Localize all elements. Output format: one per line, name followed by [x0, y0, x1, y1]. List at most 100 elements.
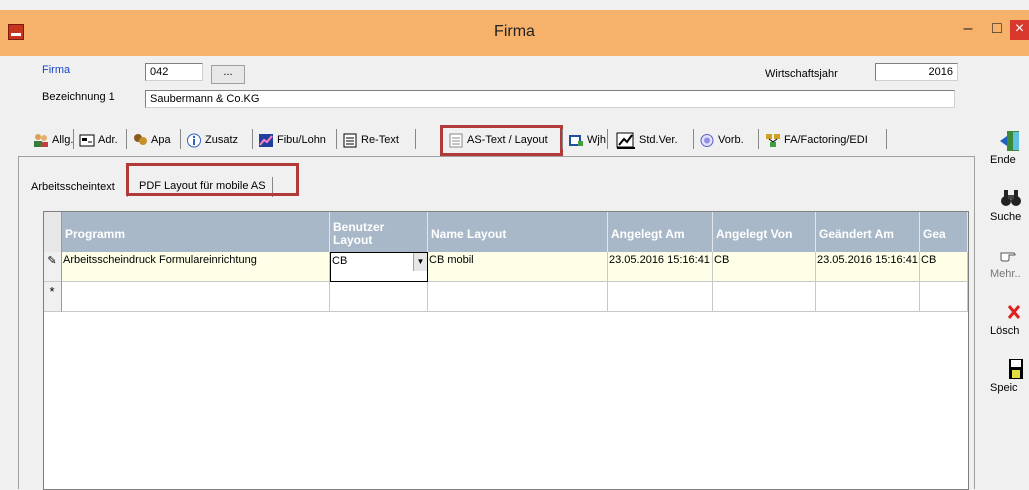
tab-adr[interactable]: Adr. [79, 129, 118, 151]
exit-door-icon [1000, 131, 1019, 151]
cell-geaendert-am[interactable] [816, 282, 920, 312]
cell-benutzer-layout[interactable] [330, 282, 428, 312]
people-icon [34, 133, 48, 147]
chart-check-icon [616, 132, 635, 149]
edit-pencil-icon: ✎ [44, 252, 62, 282]
tab-zusatz[interactable]: Zusatz [186, 129, 238, 151]
cell-geaendert-von[interactable]: CB [920, 252, 968, 282]
mehr-button[interactable]: Mehr.. [990, 244, 1029, 280]
cell-angelegt-am[interactable]: 23.05.2016 15:16:41 [608, 252, 713, 282]
maximize-button[interactable]: □ [984, 20, 1010, 40]
tab-label: Allg. [52, 134, 74, 146]
tab-label: Zusatz [205, 134, 239, 146]
minimize-button[interactable]: – [955, 20, 981, 40]
loesch-button[interactable]: Lösch [990, 301, 1029, 337]
suche-label: Suche [990, 211, 1022, 223]
tab-label: Adr. [98, 134, 118, 146]
tab-divider [252, 129, 253, 149]
highlight-box [126, 163, 299, 196]
layout-grid: Programm Benutzer Layout Name Layout Ang… [43, 211, 969, 490]
firma-browse-button[interactable]: ... [211, 65, 245, 84]
tab-divider [562, 129, 563, 149]
tab-divider [758, 129, 759, 149]
tab-label: Vorb. [718, 134, 744, 146]
tab-label: Wjh [587, 134, 606, 146]
suche-button[interactable]: Suche [990, 187, 1029, 223]
tab-divider [336, 129, 337, 149]
as-text-layout-panel: Arbeitsscheintext PDF Layout für mobile … [18, 156, 975, 490]
tab-label: Std.Ver. [639, 134, 678, 146]
title-bar: Firma – □ × [0, 10, 1029, 56]
speichern-label: Speic [990, 382, 1018, 394]
seal-icon [700, 133, 714, 147]
tab-divider [886, 129, 887, 149]
tab-apa[interactable]: Apa [132, 129, 171, 151]
column-header-geaendert-von[interactable]: Gea [920, 212, 968, 252]
column-header-geaendert-am[interactable]: Geändert Am [816, 212, 920, 252]
cell-angelegt-von[interactable] [713, 282, 816, 312]
wirtschaftsjahr-label: Wirtschaftsjahr [765, 68, 838, 80]
tab-divider [693, 129, 694, 149]
tab-wjh[interactable]: Wjh [568, 129, 606, 151]
firma-field[interactable]: 042 [145, 63, 203, 81]
tab-fibu-lohn[interactable]: Fibu/Lohn [258, 129, 326, 151]
cell-name-layout[interactable] [428, 282, 608, 312]
binoculars-icon [1001, 190, 1021, 206]
address-card-icon [79, 134, 95, 146]
mehr-label: Mehr.. [990, 268, 1021, 280]
column-header-angelegt-am[interactable]: Angelegt Am [608, 212, 713, 252]
cell-geaendert-am[interactable]: 23.05.2016 15:16:41 [816, 252, 920, 282]
loesch-label: Lösch [990, 325, 1020, 337]
column-header-programm[interactable]: Programm [62, 212, 330, 252]
tab-std-ver[interactable]: Std.Ver. [616, 129, 678, 151]
ledger-icon [569, 134, 583, 146]
grid-header: Programm Benutzer Layout Name Layout Ang… [44, 212, 968, 252]
table-row-new[interactable]: * [44, 282, 968, 312]
tab-label: Fibu/Lohn [277, 134, 326, 146]
tab-re-text[interactable]: Re-Text [342, 129, 399, 151]
cell-name-layout[interactable]: CB mobil [428, 252, 608, 282]
floppy-disk-icon [1009, 359, 1023, 379]
tab-label: FA/Factoring/EDI [784, 134, 868, 146]
network-icon [766, 133, 780, 147]
tab-label: Re-Text [361, 134, 399, 146]
main-tab-bar: Allg. Adr. Apa Zusatz Fibu/Lohn Re-Text [21, 125, 891, 156]
cell-programm[interactable]: Arbeitsscheindruck Formulareinrichtung [62, 252, 330, 282]
tab-label: Apa [151, 134, 171, 146]
tab-divider [180, 129, 181, 149]
contacts-icon [134, 133, 147, 145]
table-row[interactable]: ✎ Arbeitsscheindruck Formulareinrichtung… [44, 252, 968, 282]
benutzer-layout-combobox[interactable]: CB ▼ [330, 252, 428, 282]
bezeichnung-field[interactable]: Saubermann & Co.KG [145, 90, 955, 108]
column-header-angelegt-von[interactable]: Angelegt Von [713, 212, 816, 252]
cell-programm[interactable] [62, 282, 330, 312]
ende-button[interactable]: Ende [990, 130, 1029, 166]
chart-icon [259, 133, 273, 147]
wirtschaftsjahr-field[interactable]: 2016 [875, 63, 958, 81]
cell-angelegt-am[interactable] [608, 282, 713, 312]
firma-label: Firma [42, 64, 71, 76]
close-button[interactable]: × [1010, 20, 1029, 40]
cell-geaendert-von[interactable] [920, 282, 968, 312]
tab-vorb[interactable]: Vorb. [699, 129, 744, 151]
highlight-box [440, 125, 563, 156]
form-client-area: Firma 042 ... Bezeichnung 1 Saubermann &… [8, 56, 1029, 490]
tab-divider [607, 129, 608, 149]
cell-angelegt-von[interactable]: CB [713, 252, 816, 282]
pointing-hand-icon [1000, 252, 1016, 262]
subtab-arbeitsscheintext[interactable]: Arbeitsscheintext [31, 177, 115, 197]
info-icon [187, 133, 201, 147]
tab-divider [73, 129, 74, 149]
speichern-button[interactable]: Speic [990, 358, 1029, 394]
window-title: Firma [494, 23, 535, 40]
dropdown-arrow-icon[interactable]: ▼ [413, 253, 427, 271]
tab-divider [415, 129, 416, 149]
combobox-value: CB [332, 255, 348, 267]
row-indicator-header [44, 212, 62, 252]
delete-x-icon [1007, 305, 1021, 319]
new-row-icon: * [44, 282, 62, 312]
column-header-benutzer-layout[interactable]: Benutzer Layout [330, 212, 428, 252]
column-header-name-layout[interactable]: Name Layout [428, 212, 608, 252]
tab-fa-factoring-edi[interactable]: FA/Factoring/EDI [765, 129, 868, 151]
tab-allg[interactable]: Allg. [33, 129, 73, 151]
